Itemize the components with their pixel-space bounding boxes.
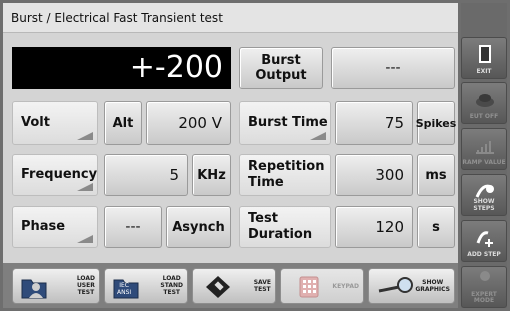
ramp-value-button[interactable]: RAMP VALUE [461, 128, 507, 170]
repetition-time-unit-button[interactable]: ms [417, 154, 455, 196]
magnifier-icon [378, 277, 413, 293]
page-title: Burst / Electrical Fast Transient test [11, 11, 223, 25]
add-step-button[interactable]: ADD STEP [461, 220, 507, 262]
load-stand-test-button[interactable]: IEC ANSI LOAD STAND TEST [104, 268, 188, 304]
burst-time-value-field[interactable]: 75 [335, 101, 413, 145]
repetition-time-value-field[interactable]: 300 [335, 154, 413, 196]
test-duration-label: Test Duration [239, 206, 331, 248]
show-graphics-button[interactable]: SHOW GRAPHICS [368, 268, 455, 304]
corner-indicator-icon [77, 132, 93, 140]
ramp-icon [476, 141, 494, 154]
burst-output-button[interactable]: Burst Output [239, 47, 323, 89]
load-user-test-button[interactable]: LOAD USER TEST [12, 268, 100, 304]
repetition-time-label: Repetition Time [239, 154, 331, 196]
power-button-icon [476, 94, 494, 107]
test-duration-unit-button[interactable]: s [417, 206, 455, 248]
frequency-unit-button[interactable]: KHz [192, 154, 231, 196]
phase-label: Phase [12, 206, 98, 248]
keypad-icon [299, 276, 319, 298]
corner-indicator-icon [310, 132, 326, 140]
title-bar: Burst / Electrical Fast Transient test [3, 3, 458, 33]
test-duration-value-field[interactable]: 120 [335, 206, 413, 248]
frequency-value-field[interactable]: 5 [104, 154, 188, 196]
corner-indicator-icon [77, 235, 93, 243]
status-value-button[interactable]: --- [331, 47, 455, 89]
burst-time-label: Burst Time [239, 101, 331, 145]
volt-mode-button[interactable]: Alt [104, 101, 142, 145]
corner-indicator-icon [77, 183, 93, 191]
voltage-display: +-200 [12, 47, 231, 89]
folder-user-icon [21, 279, 47, 299]
burst-time-unit-button[interactable]: Spikes [416, 101, 456, 145]
expert-icon [480, 271, 490, 281]
phase-value-field[interactable]: --- [104, 206, 162, 248]
add-step-icon [476, 231, 493, 247]
keypad-button[interactable]: KEYPAD [280, 268, 364, 304]
phase-mode-button[interactable]: Asynch [166, 206, 231, 248]
volt-label: Volt [12, 101, 98, 145]
exit-button[interactable]: EXIT [461, 37, 507, 79]
diskette-icon [206, 276, 230, 298]
volt-value-field[interactable]: 200 V [146, 101, 231, 145]
save-test-button[interactable]: SAVE TEST [192, 268, 276, 304]
iec-ansi-badge: IEC ANSI [117, 282, 132, 296]
expert-mode-button[interactable]: EXPERT MODE [461, 266, 507, 308]
frequency-label: Frequency [12, 154, 98, 196]
door-icon [479, 45, 491, 63]
eut-off-button[interactable]: EUT OFF [461, 82, 507, 124]
show-steps-button[interactable]: SHOW STEPS [461, 174, 507, 216]
